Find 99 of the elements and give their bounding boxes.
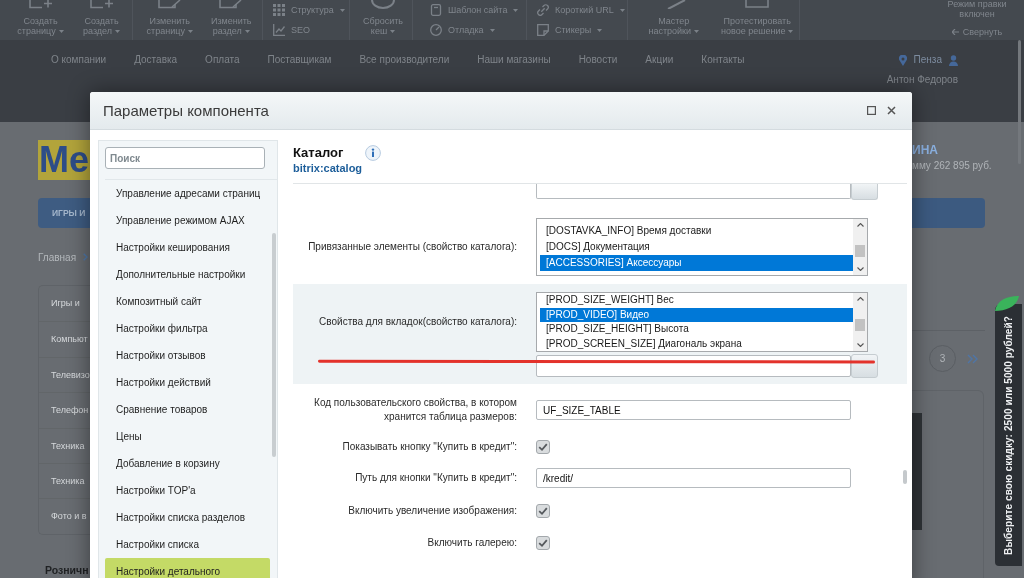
logo[interactable]: Me (38, 140, 90, 180)
list-option[interactable]: [DOSTAVKA_INFO] Время доставки (540, 223, 853, 239)
sidebar-item[interactable]: Сравнение товаров (105, 396, 270, 423)
user-name[interactable]: Антон Федоров (886, 73, 958, 86)
menu-item[interactable]: Игры и (39, 286, 90, 322)
sidebar-item[interactable]: Настройки списка разделов (105, 504, 270, 531)
sidebar-item[interactable]: Цены (105, 423, 270, 450)
sidebar-item[interactable]: Настройки TOP'а (105, 477, 270, 504)
sidebar-item[interactable]: Добавление в корзину (105, 450, 270, 477)
page-plus-icon (28, 0, 53, 9)
collapse-button[interactable]: Свернуть (951, 27, 1003, 37)
chevron-down-icon[interactable] (856, 343, 864, 347)
chevron-down-icon[interactable] (856, 267, 864, 271)
checkbox[interactable] (536, 504, 550, 518)
section-heading: Розничн (44, 562, 89, 578)
multi-select-list[interactable]: [DOSTAVKA_INFO] Время доставки [DOCS] Документация [ACCESSORIES] Аксессуары (536, 218, 868, 276)
breadcrumb-link[interactable]: Главная (38, 251, 77, 263)
chevron-up-icon[interactable] (856, 223, 864, 227)
sidebar-item[interactable]: Настройки кеширования (105, 234, 270, 261)
list-option[interactable]: [ACCESSORIES] Аксессуары (540, 255, 853, 271)
nav-link[interactable]: Оплата (205, 53, 240, 67)
list-option[interactable]: [PROD_SIZE_HEIGHT] Высота (540, 322, 853, 337)
list-option[interactable]: [PROD_SIZE_WEIGHT] Вес (540, 293, 853, 308)
note-icon (537, 24, 549, 36)
checkbox[interactable] (536, 536, 550, 550)
chart-icon (273, 24, 285, 36)
scrollbar-thumb[interactable] (855, 319, 865, 331)
field-label: Показывать кнопку "Купить в кредит": (341, 440, 517, 454)
dialog-title: Параметры компонента (103, 102, 269, 119)
field-label: Код пользовательского свойства, в котором хранится таблица размеров: (313, 396, 517, 424)
map-pin-icon (898, 54, 907, 66)
checkbox[interactable] (536, 440, 550, 454)
document-icon (430, 4, 442, 16)
list-option[interactable]: [PROD_SCREEN_SIZE] Диагональ экрана (540, 336, 853, 351)
component-title: Каталог (293, 145, 344, 161)
input-field[interactable]: /kredit/ (536, 468, 851, 488)
nav-link[interactable]: Доставка (134, 53, 178, 67)
toolbar-button[interactable]: Отладка (430, 20, 526, 40)
info-icon[interactable] (365, 145, 382, 161)
toolbar-button[interactable]: Изменить страницу (139, 0, 201, 40)
nav-link[interactable]: Акции (645, 53, 674, 67)
sidebar-item[interactable]: Настройки отзывов (105, 342, 270, 369)
scrollbar-thumb[interactable] (903, 470, 907, 484)
toolbar-button[interactable]: Структура (273, 0, 349, 20)
sidebar-item[interactable]: Настройки списка (105, 531, 270, 558)
input-field[interactable] (536, 355, 851, 377)
nav-link[interactable]: Новости (578, 53, 618, 67)
input-field[interactable]: UF_SIZE_TABLE (536, 400, 851, 420)
sidebar-item[interactable]: Управление режимом AJAX (105, 207, 270, 234)
list-option[interactable]: [DOCS] Документация (540, 239, 853, 255)
sidebar-item[interactable]: Композитный сайт (105, 288, 270, 315)
sidebar-item[interactable]: Дополнительные настройки (105, 261, 270, 288)
promo-tab[interactable]: Выберите свою скидку: 2500 или 5000 рублей? (995, 304, 1022, 566)
scrollbar-thumb[interactable] (855, 245, 865, 257)
sidebar-item[interactable]: Настройки действий (105, 369, 270, 396)
nav-link[interactable]: Контакты (701, 53, 745, 67)
gauge-icon (430, 24, 442, 36)
multi-select-list[interactable]: [PROD_SIZE_WEIGHT] Вес [PROD_VIDEO] Видео [PROD_SIZE_HEIGHT] Высота [PROD_SCREEN_SIZE] Диагональ экрана (536, 292, 868, 352)
toolbar-button[interactable]: Сбросить кеш (354, 0, 412, 40)
sidebar-item[interactable]: Настройки детального (105, 558, 270, 578)
field-label: Свойства для вкладок(свойство каталога): (318, 315, 517, 329)
close-icon[interactable] (887, 106, 896, 115)
grid-icon (273, 4, 285, 16)
input-field[interactable] (536, 184, 851, 199)
arc-icon (371, 0, 395, 9)
catalog-button[interactable]: ИГРЫ И (38, 198, 90, 228)
edit-mode-toggle[interactable]: Режим правки включен (947, 0, 1007, 19)
sidebar-item[interactable]: Управление адресами страниц (105, 180, 270, 207)
leaf-icon (995, 296, 1019, 311)
nav-link[interactable]: Все производители (359, 53, 450, 67)
page-pencil-icon (157, 0, 182, 9)
cart-total: мму 262 895 руб. (912, 159, 992, 172)
nav-link[interactable]: Поставщикам (267, 53, 332, 67)
chevron-up-icon[interactable] (856, 297, 864, 301)
nav-link[interactable]: О компании (51, 53, 107, 67)
field-label: Включить увеличение изображения: (347, 504, 517, 518)
chevron-right-icon (83, 253, 89, 261)
field-label: Привязанные элементы (свойство каталога): (307, 240, 517, 254)
field-label: Путь для кнопки "Купить в кредит": (354, 471, 517, 485)
search-field[interactable]: Поиск (105, 147, 265, 169)
nav-link[interactable]: Наши магазины (477, 53, 551, 67)
sidebar-item[interactable]: Настройки фильтра (105, 315, 270, 342)
city-link[interactable]: Пенза (913, 53, 942, 67)
link-icon (537, 4, 549, 16)
page-pencil-icon (219, 0, 244, 9)
scrollbar-track[interactable] (853, 219, 867, 275)
toolbar-button[interactable]: Короткий URL (537, 0, 627, 20)
page-plus-icon (89, 0, 114, 9)
component-code: bitrix:catalog (293, 161, 364, 175)
field-label: Включить галерею: (426, 536, 517, 550)
arrow-icon (951, 29, 959, 35)
scrollbar-thumb[interactable] (1018, 40, 1021, 164)
toolbar-button[interactable]: Изменить раздел (200, 0, 262, 40)
scrollbar-track[interactable] (853, 293, 867, 351)
frame-icon (745, 0, 770, 9)
maximize-icon[interactable] (867, 106, 876, 115)
cart-title: ИНА (912, 144, 938, 157)
toolbar-button[interactable]: Стикеры (537, 20, 627, 40)
list-option[interactable]: [PROD_VIDEO] Видео (540, 307, 853, 322)
